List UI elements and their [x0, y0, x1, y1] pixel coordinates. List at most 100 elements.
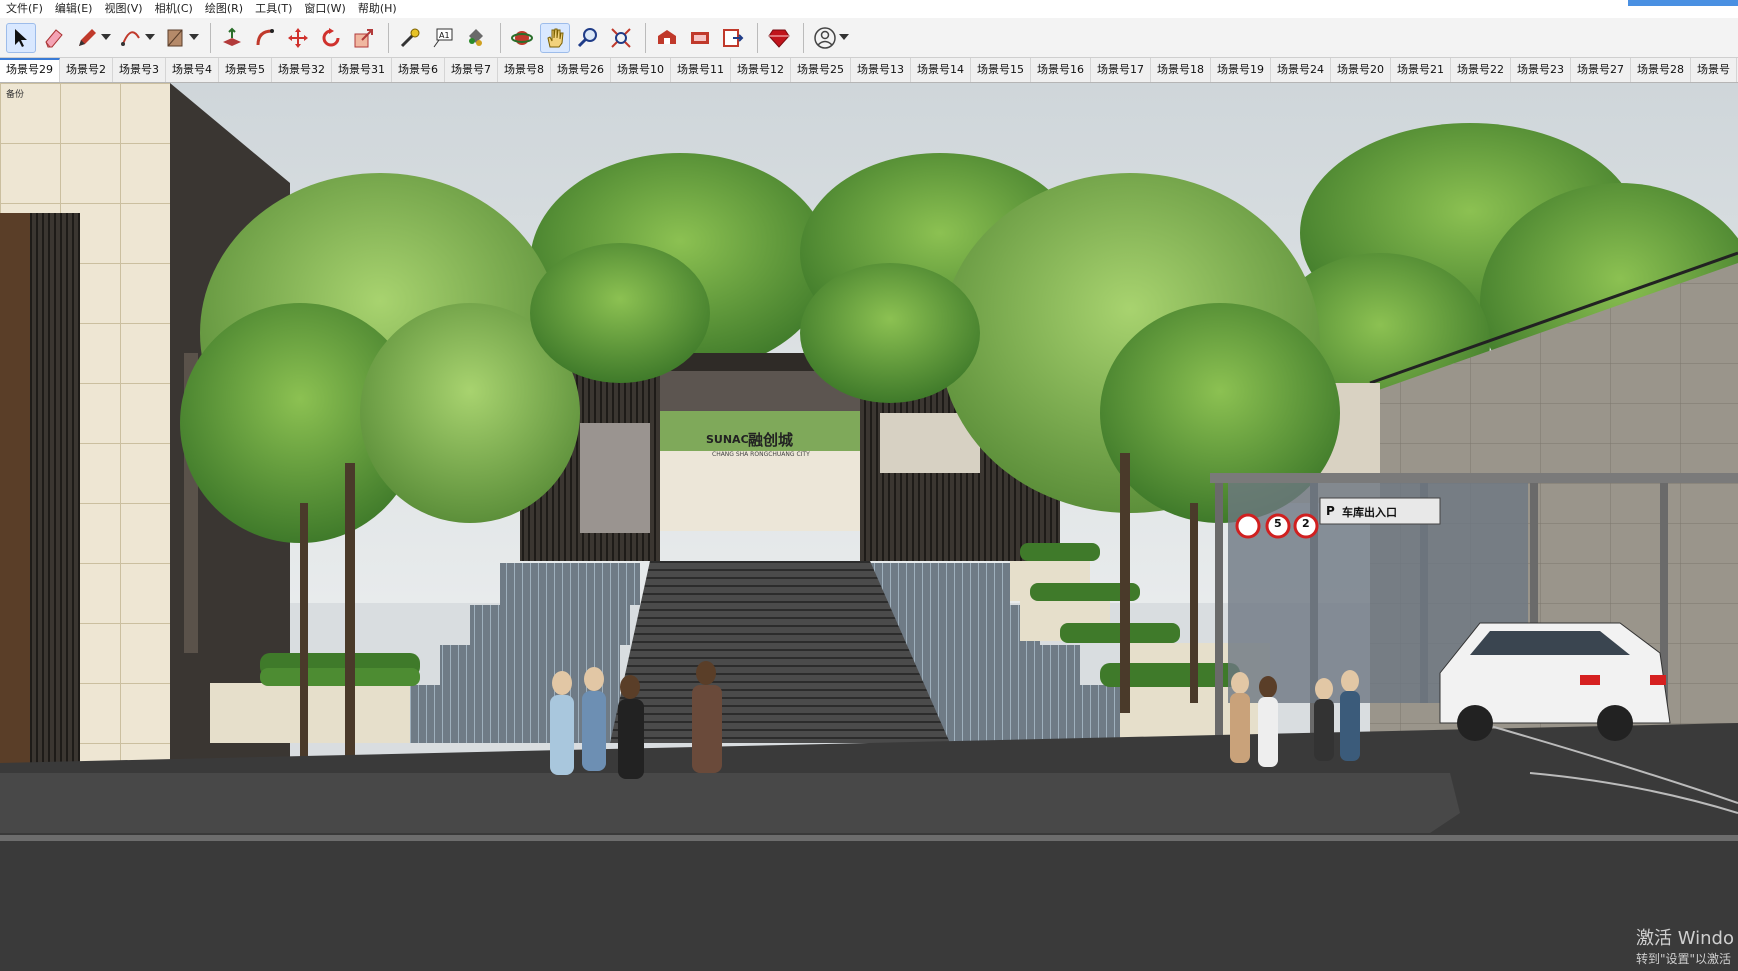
height-limit-sign: 2: [1302, 517, 1310, 530]
arc-tool-button[interactable]: [116, 23, 155, 53]
select-tool-button[interactable]: [6, 22, 36, 53]
toolbar-separator: [645, 22, 646, 53]
orbit-tool-button[interactable]: [507, 23, 537, 53]
scene-tab[interactable]: 场景号16: [1031, 58, 1091, 82]
menu-help[interactable]: 帮助(H): [352, 0, 403, 18]
ruby-tool-button[interactable]: [764, 23, 794, 53]
scene-tab[interactable]: 场景号4: [166, 58, 219, 82]
text-label-icon: A1: [433, 28, 453, 47]
rectangle-tool-button[interactable]: [160, 23, 199, 53]
push-pull-tool-button[interactable]: [217, 23, 247, 53]
menu-camera[interactable]: 相机(C): [149, 0, 199, 18]
scene-tab[interactable]: 场景号22: [1451, 58, 1511, 82]
layout-send-icon: [723, 28, 744, 47]
scene-tab[interactable]: 场景号26: [551, 58, 611, 82]
scene-tab[interactable]: 场景号2: [60, 58, 113, 82]
paint-bucket-icon: [469, 28, 483, 46]
garage-sign: 车库出入口: [1342, 506, 1397, 519]
rectangle-icon: [167, 29, 183, 46]
parked-suv: [1439, 622, 1671, 741]
move-tool-button[interactable]: [283, 23, 313, 53]
toolbar-separator: [803, 22, 804, 53]
chevron-down-icon[interactable]: [189, 33, 199, 40]
scene-tab[interactable]: 场景号14: [911, 58, 971, 82]
rendered-scene: [0, 83, 1738, 971]
rotate-tool-button[interactable]: [316, 23, 346, 53]
entrance-brand: SUNAC: [706, 433, 749, 446]
tape-measure-icon: [400, 28, 420, 47]
entrance-name: 融创城: [748, 431, 794, 449]
menu-tools[interactable]: 工具(T): [249, 0, 298, 18]
user-account-icon: [814, 26, 836, 49]
menu-bar: 文件(F) 编辑(E) 视图(V) 相机(C) 绘图(R) 工具(T) 窗口(W…: [0, 0, 1738, 18]
scene-tab[interactable]: 场景号28: [1631, 58, 1691, 82]
account-tool-button[interactable]: [810, 23, 849, 53]
chevron-down-icon[interactable]: [145, 33, 155, 40]
scene-tab[interactable]: 场景号19: [1211, 58, 1271, 82]
scene-tab[interactable]: 场景号3: [113, 58, 166, 82]
magnifier-icon: [577, 27, 597, 47]
scene-tab[interactable]: 场景号32: [272, 58, 332, 82]
layout-tool-button[interactable]: [718, 23, 748, 53]
scene-tab[interactable]: 场景号25: [791, 58, 851, 82]
os-activation-watermark: 激活 Windo 转到"设置"以激活: [1636, 924, 1734, 967]
scale-tool-button[interactable]: [349, 23, 379, 53]
menu-edit[interactable]: 编辑(E): [49, 0, 99, 18]
scene-tab[interactable]: 场景号10: [611, 58, 671, 82]
chevron-down-icon[interactable]: [101, 33, 111, 40]
scale-icon: [354, 28, 373, 47]
scene-tab[interactable]: 场景号8: [498, 58, 551, 82]
scene-tab[interactable]: 场景号6: [392, 58, 445, 82]
text-tool-button[interactable]: A1: [428, 23, 458, 53]
scene-tab[interactable]: 场景号27: [1571, 58, 1631, 82]
scene-tab[interactable]: 场景号5: [219, 58, 272, 82]
scene-tabs-bar: 场景号29 场景号2 场景号3 场景号4 场景号5 场景号32 场景号31 场景号6 场景号7 场…: [0, 58, 1738, 83]
scene-tab[interactable]: 场景号17: [1091, 58, 1151, 82]
arc-icon: [121, 30, 140, 46]
hand-pan-icon: [547, 28, 564, 47]
warehouse-tool-button[interactable]: [652, 23, 682, 53]
scene-tab[interactable]: 场景号29: [0, 58, 60, 82]
3d-model-viewport[interactable]: 备份 SUNAC 融创城 CHANG SHA RONGCHUANG CITY P…: [0, 83, 1738, 971]
extension-warehouse-tool-button[interactable]: [685, 23, 715, 53]
toolbar-separator: [210, 22, 211, 53]
zoom-tool-button[interactable]: [573, 23, 603, 53]
scene-tab[interactable]: 场景号23: [1511, 58, 1571, 82]
orbit-icon: [511, 30, 533, 45]
scene-tab[interactable]: 场景号24: [1271, 58, 1331, 82]
scene-tab[interactable]: 场景号15: [971, 58, 1031, 82]
scene-tab[interactable]: 场景号: [1691, 58, 1737, 82]
scene-tab[interactable]: 场景号7: [445, 58, 498, 82]
window-control-strip[interactable]: [1628, 0, 1738, 6]
cursor-arrow-icon: [15, 28, 27, 47]
activation-line-2: 转到"设置"以激活: [1636, 952, 1732, 966]
menu-file[interactable]: 文件(F): [0, 0, 49, 18]
menu-draw[interactable]: 绘图(R): [199, 0, 249, 18]
paint-bucket-tool-button[interactable]: [461, 23, 491, 53]
eraser-tool-button[interactable]: [39, 23, 69, 53]
scene-tab[interactable]: 场景号21: [1391, 58, 1451, 82]
tape-measure-tool-button[interactable]: [395, 23, 425, 53]
push-pull-icon: [223, 27, 241, 46]
menu-view[interactable]: 视图(V): [98, 0, 148, 18]
main-toolbar: A1: [0, 18, 1738, 58]
warehouse-icon: [658, 29, 676, 44]
scene-tab[interactable]: 场景号31: [332, 58, 392, 82]
pan-tool-button[interactable]: [540, 22, 570, 53]
menu-window[interactable]: 窗口(W): [298, 0, 351, 18]
scene-tab[interactable]: 场景号20: [1331, 58, 1391, 82]
pencil-icon: [79, 28, 96, 46]
follow-me-tool-button[interactable]: [250, 23, 280, 53]
toolbar-separator: [757, 22, 758, 53]
rotate-icon: [322, 27, 340, 46]
toolbar-separator: [500, 22, 501, 53]
scene-tab[interactable]: 场景号11: [671, 58, 731, 82]
zoom-extents-tool-button[interactable]: [606, 23, 636, 53]
scene-tab[interactable]: 场景号12: [731, 58, 791, 82]
pencil-tool-button[interactable]: [72, 23, 111, 53]
extension-warehouse-icon: [691, 31, 709, 44]
scene-tab[interactable]: 场景号13: [851, 58, 911, 82]
chevron-down-icon[interactable]: [839, 33, 849, 40]
road: [0, 723, 1738, 971]
scene-tab[interactable]: 场景号18: [1151, 58, 1211, 82]
